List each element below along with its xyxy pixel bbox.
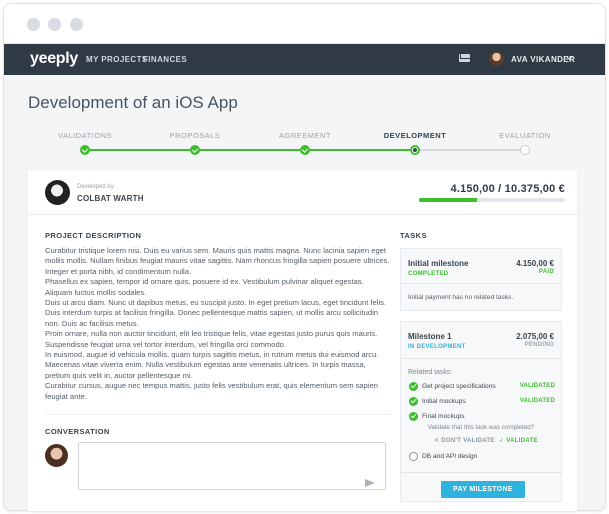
related-task-row[interactable]: Initial mockups VALIDATED (409, 397, 555, 407)
description-paragraph: Duis ut arcu diam. Nunc ut dapibus metus… (45, 298, 387, 328)
step-node-evaluation (520, 145, 530, 155)
budget-amount: 4.150,00 / 10.375,00 € (450, 183, 565, 195)
check-circle-icon[interactable] (409, 412, 418, 421)
related-tasks-label: Related tasks: (408, 369, 453, 376)
milestone-card-1[interactable]: Milestone 1 2.075,00 € IN DEVELOPMENT PE… (400, 321, 562, 502)
validate-button[interactable]: ✓ VALIDATE (499, 437, 538, 444)
description-heading: PROJECT DESCRIPTION (45, 231, 142, 240)
conversation-input[interactable] (78, 442, 386, 490)
milestone-divider (401, 472, 561, 473)
developer-label: Developed by: (77, 184, 116, 190)
section-divider (45, 414, 390, 415)
pay-milestone-button[interactable]: PAY MILESTONE (441, 481, 525, 498)
step-node-proposals (190, 145, 200, 155)
related-task-row[interactable]: Final mockups (409, 412, 555, 422)
milestone-title: Milestone 1 (408, 332, 452, 341)
window-minimize-dot[interactable] (48, 18, 61, 31)
budget-progress-fill (419, 198, 478, 202)
description-paragraph: Phasellus ex sapien, tempor id ornare qu… (45, 277, 364, 297)
nav-my-projects[interactable]: MY PROJECTS (86, 55, 148, 64)
dont-validate-button[interactable]: ✕ DON'T VALIDATE (434, 437, 495, 444)
task-status-badge: VALIDATED (519, 398, 555, 404)
milestone-title: Initial milestone (408, 259, 469, 268)
milestone-amount: 2.075,00 € (516, 332, 554, 341)
related-task-row[interactable]: DB and API design (409, 452, 555, 462)
window-titlebar (4, 4, 605, 44)
nav-finances[interactable]: FINANCES (143, 55, 187, 64)
milestone-amount: 4.150,00 € (516, 259, 554, 268)
dont-validate-label: DON'T VALIDATE (441, 438, 495, 444)
task-status-badge: VALIDATED (519, 383, 555, 389)
check-circle-icon[interactable] (409, 397, 418, 406)
project-description: Curabitur tristique lorem nisi. Duis eu … (45, 246, 390, 402)
conversation-heading: CONVERSATION (45, 427, 110, 436)
window-zoom-dot[interactable] (70, 18, 83, 31)
milestone-divider (401, 358, 561, 359)
related-task-name: Initial mockups (422, 398, 466, 405)
description-paragraph: In euismod, augue id vehicula mollis, qu… (45, 350, 379, 380)
step-node-development (410, 145, 420, 155)
payment-status-badge: PENDING (524, 342, 554, 348)
developer-name[interactable]: COLBAT WARTH (77, 194, 144, 203)
app-logo[interactable]: yeeply (30, 50, 78, 68)
send-icon[interactable] (365, 479, 375, 487)
step-label-proposals: PROPOSALS (169, 131, 221, 140)
stepper-line-pending (415, 149, 525, 151)
milestone-status: IN DEVELOPMENT (408, 344, 466, 350)
related-task-row[interactable]: Get project specifications VALIDATED (409, 382, 555, 392)
payment-status-badge: PAID (538, 269, 554, 275)
tasks-heading: TASKS (400, 231, 427, 240)
step-label-development: DEVELOPMENT (383, 131, 447, 140)
description-paragraph: Curabitur tristique lorem nisi. Duis eu … (45, 246, 390, 276)
related-task-name: Get project specifications (422, 383, 496, 390)
step-node-validations (80, 145, 90, 155)
stepper-line-complete (85, 149, 415, 151)
developer-avatar (45, 180, 70, 205)
milestone-status: COMPLETED (408, 271, 449, 277)
empty-circle-icon[interactable] (409, 452, 418, 461)
milestone-card-initial[interactable]: Initial milestone 4.150,00 € COMPLETED P… (400, 248, 562, 311)
mail-icon[interactable] (459, 54, 470, 62)
step-label-validations: VALIDATIONS (58, 131, 112, 140)
conversation-avatar (45, 444, 68, 467)
related-task-name: Final mockups (422, 413, 465, 420)
description-paragraph: Proin ornare, nulla non auctor tincidunt… (45, 329, 378, 349)
budget-progress-bar (419, 198, 565, 202)
check-circle-icon[interactable] (409, 382, 418, 391)
milestone-divider (401, 283, 561, 284)
validate-question: Validate that this task was completed? (427, 424, 535, 431)
page-title: Development of an iOS App (28, 93, 238, 112)
step-label-evaluation: EVALUATION (499, 131, 551, 140)
project-card: Developed by: COLBAT WARTH 4.150,00 / 10… (28, 170, 577, 511)
validate-label: VALIDATE (506, 438, 538, 444)
card-header: Developed by: COLBAT WARTH 4.150,00 / 10… (28, 170, 577, 215)
top-navbar: yeeply MY PROJECTS FINANCES AVA VIKANDER (4, 44, 605, 75)
step-label-agreement: AGREEMENT (278, 131, 332, 140)
description-paragraph: Curabitur cursus, augue nec tempus matti… (45, 381, 379, 401)
user-avatar[interactable] (489, 51, 504, 66)
window-close-dot[interactable] (27, 18, 40, 31)
related-task-name: DB and API design (422, 453, 478, 460)
milestone-note: Initial payment has no related tasks. (408, 294, 514, 301)
step-node-agreement (300, 145, 310, 155)
